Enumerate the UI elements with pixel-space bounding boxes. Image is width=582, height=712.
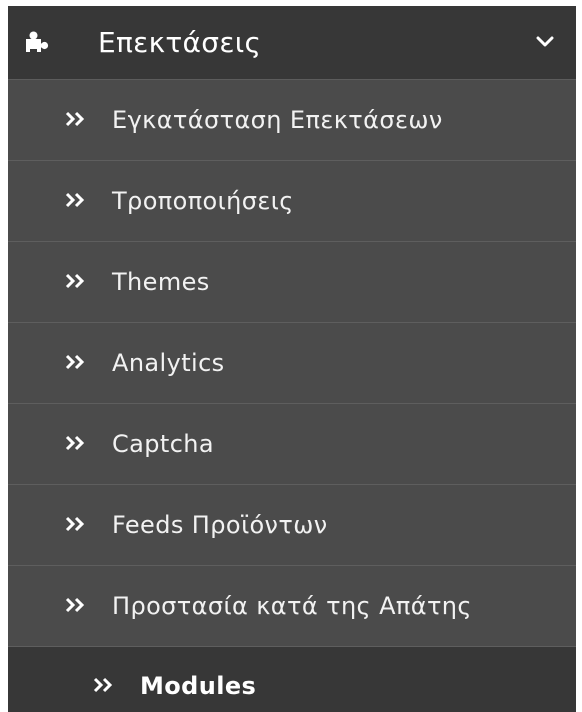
submenu-item-label: Analytics bbox=[112, 349, 225, 377]
double-chevron-right-icon bbox=[65, 516, 85, 532]
submenu-item-fraud-protection[interactable]: Προστασία κατά της Απάτης bbox=[8, 566, 576, 647]
submenu-item-themes[interactable]: Themes bbox=[8, 242, 576, 323]
menu-title: Επεκτάσεις bbox=[98, 26, 262, 59]
puzzle-icon bbox=[26, 31, 49, 54]
chevron-down-icon[interactable] bbox=[536, 36, 554, 48]
submenu-item-modules[interactable]: Modules bbox=[8, 647, 576, 712]
submenu-item-analytics[interactable]: Analytics bbox=[8, 323, 576, 404]
double-chevron-right-icon bbox=[65, 192, 85, 208]
submenu-item-label: Τροποποιήσεις bbox=[112, 187, 294, 215]
submenu-item-label: Feeds Προϊόντων bbox=[112, 511, 328, 539]
double-chevron-right-icon bbox=[65, 435, 85, 451]
submenu-item-captcha[interactable]: Captcha bbox=[8, 404, 576, 485]
submenu-item-label: Εγκατάσταση Επεκτάσεων bbox=[112, 106, 443, 134]
double-chevron-right-icon bbox=[65, 111, 85, 127]
submenu-item-install-extensions[interactable]: Εγκατάσταση Επεκτάσεων bbox=[8, 80, 576, 161]
submenu-item-label: Themes bbox=[112, 268, 210, 296]
double-chevron-right-icon bbox=[65, 273, 85, 289]
submenu-item-label: Προστασία κατά της Απάτης bbox=[112, 592, 472, 620]
submenu-item-product-feeds[interactable]: Feeds Προϊόντων bbox=[8, 485, 576, 566]
double-chevron-right-icon bbox=[93, 677, 113, 693]
menu-extensions-header[interactable]: Επεκτάσεις bbox=[8, 6, 576, 80]
submenu-item-label: Captcha bbox=[112, 430, 215, 458]
submenu-item-modifications[interactable]: Τροποποιήσεις bbox=[8, 161, 576, 242]
sidebar-menu: Επεκτάσεις Εγκατάσταση Επεκτάσεων Τροποπ… bbox=[8, 6, 576, 712]
double-chevron-right-icon bbox=[65, 354, 85, 370]
submenu-item-label: Modules bbox=[140, 672, 257, 700]
submenu-list: Εγκατάσταση Επεκτάσεων Τροποποιήσεις The… bbox=[8, 80, 576, 712]
double-chevron-right-icon bbox=[65, 597, 85, 613]
